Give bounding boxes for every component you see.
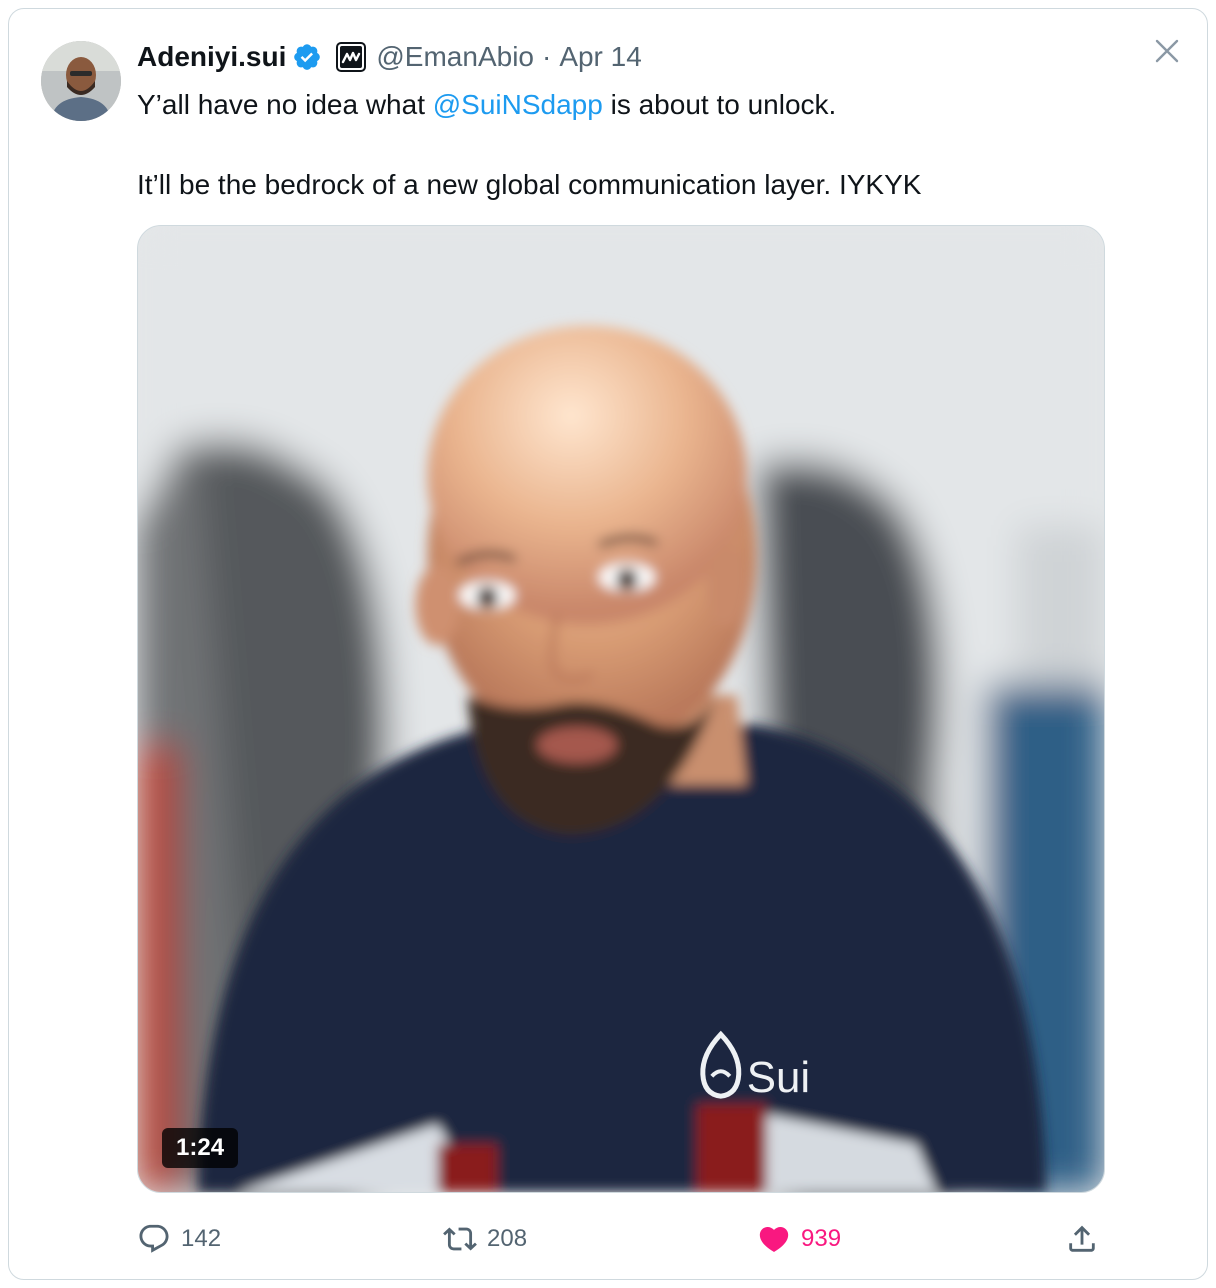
repost-icon (443, 1227, 477, 1251)
author-avatar[interactable] (41, 41, 121, 121)
affiliate-badge-icon[interactable] (336, 42, 367, 72)
reply-count: 142 (181, 1225, 222, 1252)
like-count: 939 (801, 1225, 842, 1252)
mention-link[interactable]: @SuiNSdapp (433, 89, 603, 120)
repost-button[interactable]: 208 (443, 1219, 527, 1259)
tweet-text-line-1: Y’all have no idea what @SuiNSdapp is ab… (137, 89, 837, 120)
video-thumbnail: Sui (138, 226, 1104, 1192)
tweet-text: Y’all have no idea what @SuiNSdapp is ab… (137, 85, 1157, 205)
like-button[interactable]: 939 (757, 1219, 841, 1259)
share-icon (1069, 1225, 1095, 1252)
header-separator: · (541, 41, 552, 72)
tweet-date[interactable]: Apr 14 (559, 41, 642, 73)
repost-count: 208 (487, 1225, 528, 1252)
video-duration-badge: 1:24 (162, 1128, 239, 1168)
reply-button[interactable]: 142 (137, 1219, 221, 1259)
like-icon (759, 1226, 789, 1252)
reply-icon (139, 1224, 169, 1253)
author-name[interactable]: Adeniyi.sui (137, 41, 286, 73)
avatar-image (41, 41, 121, 121)
author-handle[interactable]: @EmanAbio (376, 41, 534, 73)
sui-logo-text: Sui (747, 1053, 810, 1102)
share-button[interactable] (1065, 1219, 1099, 1259)
verified-badge-icon (292, 42, 322, 72)
tweet-card[interactable]: Adeniyi.sui @EmanAbio · Apr 14 Y’all hav… (8, 8, 1208, 1280)
video-player[interactable]: Sui 1:24 (137, 225, 1105, 1193)
tweet-text-line-2: It’ll be the bedrock of a new global com… (137, 169, 922, 200)
close-icon[interactable] (1151, 35, 1183, 67)
tweet-header: Adeniyi.sui @EmanAbio · Apr 14 (137, 35, 642, 79)
tweet-actions: 142 208 939 (137, 1219, 1105, 1259)
